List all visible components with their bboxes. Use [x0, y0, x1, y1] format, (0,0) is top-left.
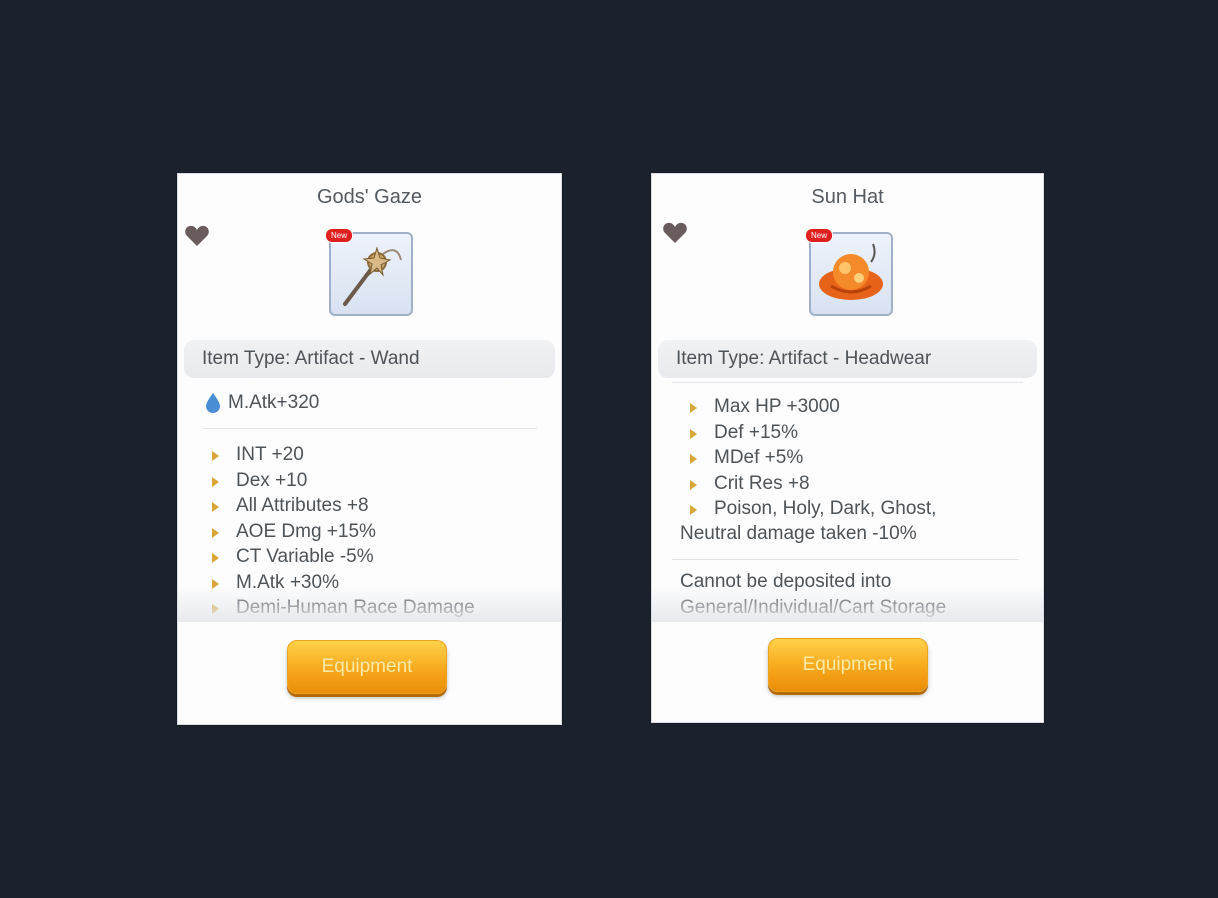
stat-item: Crit Res +8: [690, 471, 936, 497]
storage-note: Cannot be deposited into General/Individ…: [680, 571, 947, 618]
stat-list: Max HP +3000 Def +15% MDef +5% Crit Res …: [690, 394, 936, 522]
bullet-icon: [212, 476, 219, 487]
new-badge: New: [325, 228, 354, 243]
stat-item: AOE Dmg +15%: [212, 519, 475, 545]
bullet-icon: [212, 527, 219, 538]
favorite-heart-icon[interactable]: [662, 221, 688, 245]
favorite-heart-icon[interactable]: [184, 224, 210, 248]
item-title: Sun Hat: [811, 186, 884, 208]
item-card-gods-gaze: Gods' Gaze New Item Type: Artifact - Wan…: [177, 173, 562, 725]
sun-hat-icon: [819, 243, 883, 300]
equipment-button[interactable]: Equipment: [768, 638, 928, 692]
base-stat-row: M.Atk+320: [204, 392, 319, 414]
bullet-icon: [690, 505, 697, 515]
bullet-icon: [212, 553, 219, 563]
bullet-icon: [212, 604, 219, 614]
stat-item: INT +20: [212, 442, 475, 468]
item-title: Gods' Gaze: [317, 186, 422, 208]
item-card-sun-hat: Sun Hat New Item Type: Artifact - Headwe…: [651, 173, 1044, 723]
bullet-icon: [212, 578, 219, 589]
new-badge: New: [805, 228, 834, 243]
stat-item: All Attributes +8: [212, 493, 475, 519]
stat-list: INT +20 Dex +10 All Attributes +8 AOE Dm…: [212, 442, 475, 621]
base-stat-text: M.Atk+320: [228, 392, 320, 413]
stat-item: Demi-Human Race Damage: [212, 595, 475, 621]
divider: [672, 559, 1019, 560]
stat-item: M.Atk +30%: [212, 570, 475, 596]
divider: [672, 382, 1023, 383]
wand-icon: [343, 246, 402, 306]
stat-item: Poison, Holy, Dark, Ghost,: [690, 496, 936, 522]
stat-item: Def +15%: [690, 420, 936, 446]
stat-item: Max HP +3000: [690, 394, 936, 420]
item-type-bar: Item Type: Artifact - Wand: [184, 340, 555, 378]
item-icon: New: [325, 228, 413, 316]
stat-item: CT Variable -5%: [212, 544, 475, 570]
bullet-icon: [690, 479, 697, 490]
item-type-bar: Item Type: Artifact - Headwear: [658, 340, 1037, 378]
stat-item-continuation: Neutral damage taken -10%: [680, 523, 917, 544]
stat-item: MDef +5%: [690, 445, 936, 471]
equipment-button[interactable]: Equipment: [287, 640, 447, 694]
bullet-icon: [690, 454, 697, 464]
water-drop-icon: [206, 393, 220, 413]
bullet-icon: [690, 403, 697, 413]
bullet-icon: [212, 451, 219, 461]
bullet-icon: [212, 502, 219, 512]
stat-item: Dex +10: [212, 468, 475, 494]
bullet-icon: [690, 428, 697, 439]
item-icon: New: [805, 228, 893, 316]
divider: [202, 428, 537, 429]
